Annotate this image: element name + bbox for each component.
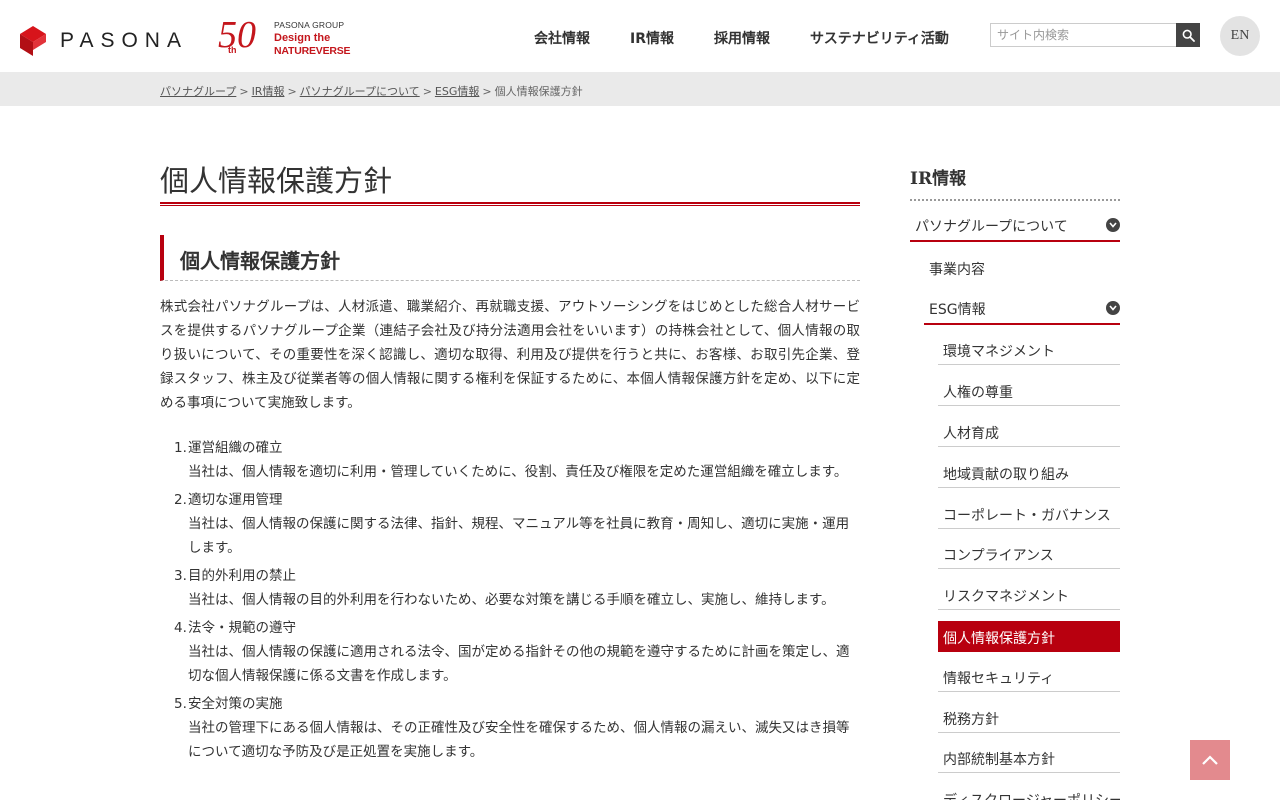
side-item-compliance[interactable]: コンプライアンス: [938, 538, 1120, 569]
breadcrumb-separator: >: [422, 85, 432, 98]
side-item-human-rights[interactable]: 人権の尊重: [938, 375, 1120, 406]
breadcrumb: パソナグループ > IR情報 > パソナグループについて > ESG情報 > 個人情報保護方針: [0, 72, 1280, 106]
breadcrumb-separator: >: [287, 85, 297, 98]
policy-list: 1. 運営組織の確立 当社は、個人情報を適切に利用・管理していくために、役割、責…: [160, 436, 860, 768]
list-item: 3. 目的外利用の禁止 当社は、個人情報の目的外利用を行わないため、必要な対策を…: [160, 564, 860, 612]
chevron-down-icon: [1106, 301, 1120, 315]
item-number: 1.: [174, 440, 187, 456]
side-item-business[interactable]: 事業内容: [929, 259, 985, 279]
item-heading: 目的外利用の禁止: [188, 568, 296, 584]
nav-company[interactable]: 会社情報: [534, 28, 590, 48]
side-item-security[interactable]: 情報セキュリティ: [938, 661, 1120, 692]
breadcrumb-link-esg[interactable]: ESG情報: [435, 85, 479, 98]
brand-name: PASONA: [60, 29, 188, 52]
item-body: 当社は、個人情報の保護に関する法律、指針、規程、マニュアル等を社員に教育・周知し…: [188, 516, 850, 556]
side-item-label: ディスクロージャーポリシー: [943, 790, 1120, 800]
anniversary-tagline-1: Design the: [274, 32, 331, 44]
side-item-talent[interactable]: 人材育成: [938, 416, 1120, 447]
breadcrumb-separator: >: [482, 85, 492, 98]
list-item: 4. 法令・規範の遵守 当社は、個人情報の保護に適用される法令、国が定める指針そ…: [160, 616, 860, 688]
pasona-mark-icon: [20, 26, 46, 56]
list-item: 5. 安全対策の実施 当社の管理下にある個人情報は、その正確性及び安全性を確保す…: [160, 692, 860, 764]
anniversary-logo: 50 th PASONA GROUP Design the NATUREVERS…: [218, 14, 351, 60]
search-icon: [1182, 29, 1195, 42]
side-item-environment[interactable]: 環境マネジメント: [938, 334, 1120, 365]
chevron-down-icon: [1106, 218, 1120, 232]
nav-recruit[interactable]: 採用情報: [714, 28, 770, 48]
pasona-logo[interactable]: PASONA: [20, 26, 188, 56]
item-number: 2.: [174, 492, 187, 508]
side-item-label: 人権の尊重: [943, 385, 1013, 401]
side-item-label: 環境マネジメント: [943, 344, 1055, 360]
side-item-label: 個人情報保護方針: [943, 631, 1055, 647]
item-number: 4.: [174, 620, 187, 636]
back-to-top-button[interactable]: [1190, 740, 1230, 780]
side-nav-title: IR情報: [910, 164, 1120, 201]
item-body: 当社は、個人情報を適切に利用・管理していくために、役割、責任及び権限を定めた運営…: [188, 464, 848, 480]
intro-paragraph: 株式会社パソナグループは、人材派遣、職業紹介、再就職支援、アウトソーシングをはじ…: [160, 299, 860, 411]
arrow-up-icon: [1202, 755, 1218, 765]
site-search: [990, 23, 1200, 47]
site-header: PASONA 50 th PASONA GROUP Design the NAT…: [0, 0, 1280, 72]
list-item: 2. 適切な運用管理 当社は、個人情報の保護に関する法律、指針、規程、マニュアル…: [160, 488, 860, 560]
side-item-label: 内部統制基本方針: [943, 752, 1055, 768]
side-group-label: ESG情報: [929, 302, 986, 318]
item-body: 当社は、個人情報の保護に適用される法令、国が定める指針その他の規範を遵守するため…: [188, 644, 850, 684]
side-group-about[interactable]: パソナグループについて: [910, 210, 1120, 242]
side-item-internal-control[interactable]: 内部統制基本方針: [938, 742, 1120, 773]
page-title: 個人情報保護方針: [160, 164, 393, 198]
breadcrumb-link-top[interactable]: パソナグループ: [160, 85, 236, 98]
item-heading: 適切な運用管理: [188, 492, 283, 508]
side-item-disclosure[interactable]: ディスクロージャーポリシー: [938, 783, 1120, 800]
search-button[interactable]: [1176, 23, 1200, 47]
nav-sustainability[interactable]: サステナビリティ活動: [810, 28, 949, 48]
breadcrumb-link-about[interactable]: パソナグループについて: [300, 85, 420, 98]
global-nav: 会社情報 IR情報 採用情報 サステナビリティ活動: [534, 28, 989, 48]
side-item-label: 人材育成: [943, 426, 999, 442]
section-heading-text: 個人情報保護方針: [180, 249, 340, 273]
item-heading: 運営組織の確立: [188, 440, 283, 456]
list-item: 1. 運営組織の確立 当社は、個人情報を適切に利用・管理していくために、役割、責…: [160, 436, 860, 484]
side-item-community[interactable]: 地域貢献の取り組み: [938, 457, 1120, 488]
item-body: 当社の管理下にある個人情報は、その正確性及び安全性を確保するため、個人情報の漏え…: [188, 720, 850, 760]
side-item-label: コーポレート・ガバナンス: [943, 508, 1111, 524]
side-item-tax[interactable]: 税務方針: [938, 702, 1120, 733]
breadcrumb-current: 個人情報保護方針: [494, 85, 583, 98]
language-toggle[interactable]: EN: [1220, 16, 1260, 56]
side-item-label: リスクマネジメント: [943, 589, 1069, 605]
item-number: 3.: [174, 568, 187, 584]
anniversary-group: PASONA GROUP: [274, 20, 345, 30]
item-heading: 安全対策の実施: [188, 696, 283, 712]
item-body: 当社は、個人情報の目的外利用を行わないため、必要な対策を講じる手順を確立し、実施…: [188, 592, 835, 608]
anniversary-number: 50: [218, 14, 256, 56]
side-item-label: 地域貢献の取り組み: [943, 467, 1069, 483]
side-item-risk[interactable]: リスクマネジメント: [938, 579, 1120, 610]
title-divider: [160, 202, 860, 206]
side-item-governance[interactable]: コーポレート・ガバナンス: [938, 498, 1120, 529]
anniversary-suffix: th: [228, 45, 237, 55]
side-group-label: パソナグループについて: [915, 219, 1068, 235]
breadcrumb-trail: パソナグループ > IR情報 > パソナグループについて > ESG情報 > 個人情報保護方針: [160, 83, 583, 99]
item-heading: 法令・規範の遵守: [188, 620, 296, 636]
item-number: 5.: [174, 696, 187, 712]
side-item-privacy-active[interactable]: 個人情報保護方針: [938, 621, 1120, 652]
side-item-label: 情報セキュリティ: [943, 671, 1055, 687]
side-item-label: 税務方針: [943, 712, 999, 728]
breadcrumb-link-ir[interactable]: IR情報: [252, 85, 285, 98]
breadcrumb-separator: >: [239, 85, 249, 98]
side-nav-title-text: IR情報: [910, 169, 967, 189]
anniversary-tagline-2: NATUREVERSE: [274, 45, 351, 57]
nav-ir[interactable]: IR情報: [630, 28, 674, 48]
search-input[interactable]: [990, 23, 1176, 47]
side-group-esg[interactable]: ESG情報: [924, 293, 1120, 325]
side-item-label: コンプライアンス: [943, 548, 1054, 564]
section-heading: 個人情報保護方針: [160, 235, 860, 281]
